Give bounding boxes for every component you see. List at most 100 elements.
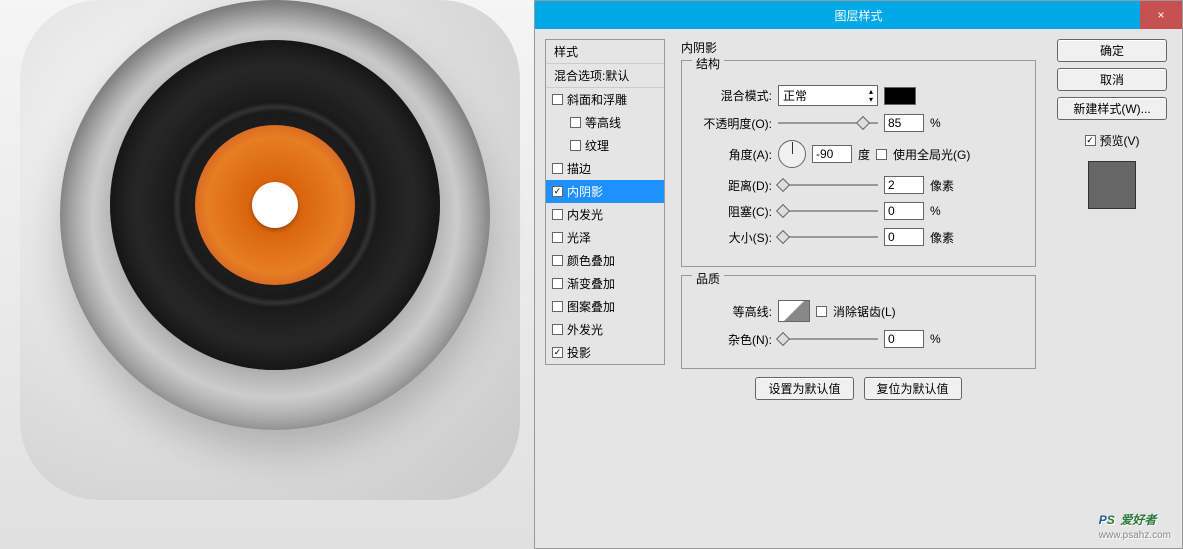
- dialog-title: 图层样式: [834, 7, 882, 24]
- style-checkbox[interactable]: [552, 324, 563, 335]
- reset-default-button[interactable]: 复位为默认值: [864, 377, 962, 400]
- style-item-1[interactable]: 等高线: [546, 111, 664, 134]
- blend-mode-label: 混合模式:: [692, 87, 772, 104]
- noise-label: 杂色(N):: [692, 331, 772, 348]
- blend-mode-value: 正常: [783, 87, 807, 104]
- choke-input[interactable]: 0: [884, 202, 924, 220]
- distance-input[interactable]: 2: [884, 176, 924, 194]
- style-checkbox[interactable]: [570, 140, 581, 151]
- ok-button[interactable]: 确定: [1057, 39, 1167, 62]
- style-item-10[interactable]: 外发光: [546, 318, 664, 341]
- watermark-text: 爱好者: [1120, 513, 1156, 527]
- dropdown-icon: ▴▾: [869, 88, 873, 104]
- angle-label: 角度(A):: [692, 146, 772, 163]
- distance-label: 距离(D):: [692, 177, 772, 194]
- section-title: 内阴影: [681, 39, 1036, 56]
- styles-heading[interactable]: 样式: [546, 40, 664, 64]
- style-item-label: 纹理: [585, 137, 609, 154]
- choke-slider[interactable]: [778, 204, 878, 218]
- blend-mode-select[interactable]: 正常 ▴▾: [778, 85, 878, 106]
- style-checkbox[interactable]: [552, 278, 563, 289]
- style-item-label: 光泽: [567, 229, 591, 246]
- opacity-slider[interactable]: [778, 116, 878, 130]
- right-panel: 确定 取消 新建样式(W)... 预览(V): [1052, 39, 1172, 538]
- quality-label: 品质: [692, 270, 724, 287]
- style-checkbox[interactable]: [552, 209, 563, 220]
- antialias-label: 消除锯齿(L): [833, 303, 896, 320]
- close-button[interactable]: ×: [1140, 1, 1182, 29]
- structure-label: 结构: [692, 55, 724, 72]
- opacity-unit: %: [930, 116, 960, 130]
- style-checkbox[interactable]: [570, 117, 581, 128]
- global-light-checkbox[interactable]: [876, 149, 887, 160]
- styles-heading-label: 样式: [554, 43, 578, 60]
- style-item-label: 颜色叠加: [567, 252, 615, 269]
- new-style-button[interactable]: 新建样式(W)...: [1057, 97, 1167, 120]
- style-item-6[interactable]: 光泽: [546, 226, 664, 249]
- global-light-label: 使用全局光(G): [893, 146, 970, 163]
- watermark: PS 爱好者 www.psahz.com: [1099, 507, 1171, 541]
- antialias-checkbox[interactable]: [816, 306, 827, 317]
- preview-checkbox[interactable]: [1085, 135, 1096, 146]
- style-item-9[interactable]: 图案叠加: [546, 295, 664, 318]
- angle-input[interactable]: -90: [812, 145, 852, 163]
- style-checkbox[interactable]: [552, 301, 563, 312]
- structure-fieldset: 结构 混合模式: 正常 ▴▾ 不透明度(O): 85 %: [681, 60, 1036, 267]
- style-item-label: 外发光: [567, 321, 603, 338]
- style-item-label: 渐变叠加: [567, 275, 615, 292]
- settings-panel: 内阴影 结构 混合模式: 正常 ▴▾ 不透明度(O): 85: [673, 39, 1044, 538]
- style-item-4[interactable]: 内阴影: [546, 180, 664, 203]
- styles-list: 样式 混合选项:默认 斜面和浮雕等高线纹理描边内阴影内发光光泽颜色叠加渐变叠加图…: [545, 39, 665, 365]
- style-item-0[interactable]: 斜面和浮雕: [546, 88, 664, 111]
- noise-unit: %: [930, 332, 960, 346]
- preview-swatch: [1088, 161, 1136, 209]
- titlebar[interactable]: 图层样式 ×: [535, 1, 1182, 29]
- style-item-label: 描边: [567, 160, 591, 177]
- style-checkbox[interactable]: [552, 186, 563, 197]
- size-slider[interactable]: [778, 230, 878, 244]
- style-item-7[interactable]: 颜色叠加: [546, 249, 664, 272]
- style-item-label: 斜面和浮雕: [567, 91, 627, 108]
- noise-input[interactable]: 0: [884, 330, 924, 348]
- watermark-p: P: [1099, 513, 1107, 527]
- preview-label: 预览(V): [1100, 132, 1140, 149]
- styles-panel: 样式 混合选项:默认 斜面和浮雕等高线纹理描边内阴影内发光光泽颜色叠加渐变叠加图…: [545, 39, 665, 538]
- size-label: 大小(S):: [692, 229, 772, 246]
- style-item-5[interactable]: 内发光: [546, 203, 664, 226]
- style-item-11[interactable]: 投影: [546, 341, 664, 364]
- style-checkbox[interactable]: [552, 94, 563, 105]
- contour-label: 等高线:: [692, 303, 772, 320]
- style-checkbox[interactable]: [552, 255, 563, 266]
- color-swatch[interactable]: [884, 87, 916, 105]
- style-item-8[interactable]: 渐变叠加: [546, 272, 664, 295]
- style-item-label: 图案叠加: [567, 298, 615, 315]
- style-item-label: 内发光: [567, 206, 603, 223]
- size-input[interactable]: 0: [884, 228, 924, 246]
- style-item-3[interactable]: 描边: [546, 157, 664, 180]
- record-spindle: [252, 182, 298, 228]
- choke-label: 阻塞(C):: [692, 203, 772, 220]
- blending-options-label: 混合选项:默认: [554, 67, 629, 84]
- style-item-2[interactable]: 纹理: [546, 134, 664, 157]
- style-checkbox[interactable]: [552, 347, 563, 358]
- style-item-label: 投影: [567, 344, 591, 361]
- layer-style-dialog: 图层样式 × 样式 混合选项:默认 斜面和浮雕等高线纹理描边内阴影内发光光泽颜色…: [534, 0, 1183, 549]
- distance-slider[interactable]: [778, 178, 878, 192]
- noise-slider[interactable]: [778, 332, 878, 346]
- angle-unit: 度: [858, 146, 870, 163]
- cancel-button[interactable]: 取消: [1057, 68, 1167, 91]
- watermark-url: www.psahz.com: [1099, 530, 1171, 541]
- close-icon: ×: [1157, 8, 1164, 22]
- opacity-input[interactable]: 85: [884, 114, 924, 132]
- style-item-label: 等高线: [585, 114, 621, 131]
- blending-options-item[interactable]: 混合选项:默认: [546, 64, 664, 88]
- contour-picker[interactable]: [778, 300, 810, 322]
- style-checkbox[interactable]: [552, 232, 563, 243]
- watermark-s: S: [1107, 513, 1115, 527]
- quality-fieldset: 品质 等高线: 消除锯齿(L) 杂色(N): 0 %: [681, 275, 1036, 369]
- distance-unit: 像素: [930, 177, 960, 194]
- angle-dial[interactable]: [778, 140, 806, 168]
- size-unit: 像素: [930, 229, 960, 246]
- set-default-button[interactable]: 设置为默认值: [755, 377, 853, 400]
- style-checkbox[interactable]: [552, 163, 563, 174]
